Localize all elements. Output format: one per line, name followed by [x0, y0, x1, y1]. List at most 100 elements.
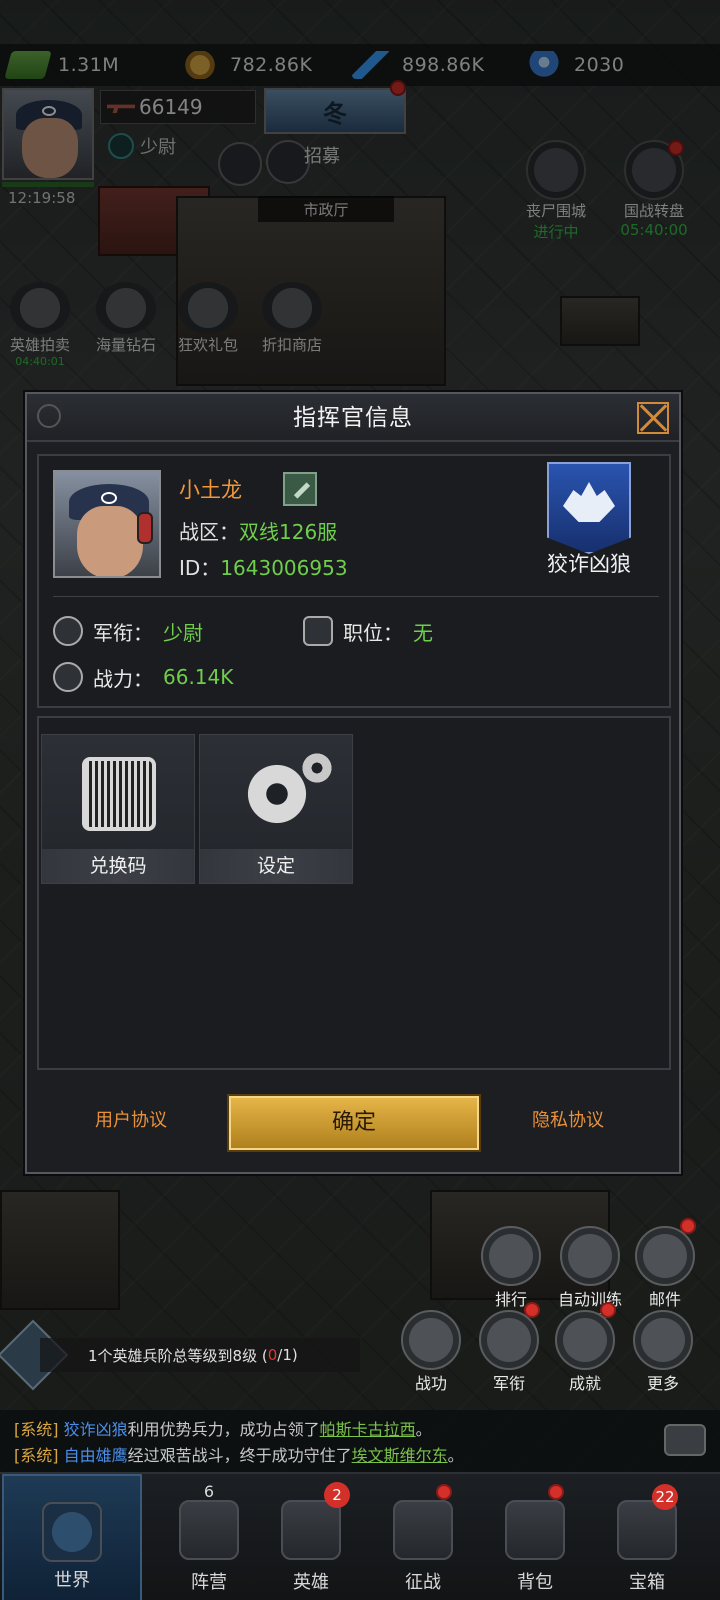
- power-row: 战力： 66.14K: [53, 662, 233, 692]
- crossed-swords-shield-icon: [393, 1500, 453, 1560]
- chat-place-link[interactable]: 埃文斯维尔东: [352, 1446, 448, 1465]
- quest-tracker[interactable]: 1个英雄兵阶总等级到8级 (0/1): [40, 1338, 360, 1372]
- chat-end: 。: [415, 1420, 432, 1439]
- nav-faction[interactable]: 6 阵营: [150, 1474, 268, 1600]
- id-value: 1643006953: [220, 556, 348, 580]
- position-row: 职位： 无: [303, 616, 433, 646]
- envelope-icon: [635, 1226, 695, 1286]
- auto-train-label: 自动训练: [557, 1290, 622, 1309]
- nav-heroes-badge: 2: [324, 1482, 350, 1508]
- rank-label: 军衔：: [93, 620, 153, 645]
- star-trophy-icon: [555, 1310, 615, 1370]
- more-button[interactable]: 更多: [628, 1310, 698, 1394]
- face: [77, 506, 143, 576]
- close-icon[interactable]: [637, 402, 669, 434]
- lock-icon: [179, 1500, 239, 1560]
- chat-end: 。: [447, 1446, 464, 1465]
- edit-name-button[interactable]: [283, 472, 317, 506]
- notification-dot: [600, 1302, 616, 1318]
- nav-chests-badge: 22: [652, 1484, 678, 1510]
- chat-expand-icon[interactable]: [664, 1424, 706, 1456]
- settings-button[interactable]: 设定: [199, 734, 353, 884]
- medal-icon: [401, 1310, 461, 1370]
- notification-dot: [524, 1302, 540, 1318]
- notification-dot: [436, 1484, 452, 1500]
- rank-row: 军衔： 少尉: [53, 616, 203, 646]
- commander-info-card: 小土龙 战区：双线126服 ID：1643006953 狡诈凶狼 军衔： 少尉 职…: [37, 454, 671, 708]
- nav-backpack-label: 背包: [517, 1572, 553, 1593]
- clipboard-icon: [303, 616, 333, 646]
- nav-campaign[interactable]: 征战: [364, 1474, 482, 1600]
- crossed-swords-icon: [53, 662, 83, 692]
- nav-world[interactable]: 世界: [2, 1474, 142, 1600]
- headphone-icon: [137, 512, 153, 544]
- small-gear-icon: [300, 751, 334, 785]
- backpack-icon: [505, 1500, 565, 1560]
- chat-player-name[interactable]: 狡诈凶狼: [64, 1420, 128, 1439]
- nav-faction-label: 阵营: [191, 1572, 227, 1593]
- merit-label: 战功: [414, 1374, 447, 1393]
- mail-label: 邮件: [648, 1290, 681, 1309]
- more-label: 更多: [646, 1374, 679, 1393]
- chat-player-name[interactable]: 自由雄鹰: [64, 1446, 128, 1465]
- chat-text: 利用优势兵力，成功占领了: [127, 1420, 320, 1439]
- world-map-icon: [42, 1502, 102, 1562]
- zone-label: 战区：: [179, 520, 239, 544]
- notification-dot: [548, 1484, 564, 1500]
- user-agreement-link[interactable]: 用户协议: [95, 1106, 167, 1132]
- nav-heroes[interactable]: 2 英雄: [252, 1474, 370, 1600]
- combat-power-value: 66.14K: [163, 665, 234, 689]
- achievements-label: 成就: [568, 1374, 601, 1393]
- chat-message: [系统] 自由雄鹰经过艰苦战斗，终于成功守住了埃文斯维尔东。: [14, 1442, 464, 1466]
- chat-tag: [系统]: [14, 1446, 59, 1465]
- merit-button[interactable]: 战功: [396, 1310, 466, 1394]
- notification-dot: [680, 1218, 696, 1234]
- nav-chests[interactable]: 22 宝箱: [588, 1474, 706, 1600]
- divider: [53, 596, 659, 597]
- position-value: 无: [413, 620, 433, 645]
- cap-logo-icon: [101, 492, 117, 504]
- soldier-icon: [560, 1226, 620, 1286]
- quest-progress-total: /1): [277, 1346, 298, 1364]
- redeem-code-label: 兑换码: [42, 849, 194, 883]
- actions-panel: 兑换码 设定: [37, 716, 671, 1070]
- settings-label: 设定: [200, 849, 352, 883]
- nav-campaign-label: 征战: [405, 1572, 441, 1593]
- chat-message: [系统] 狡诈凶狼利用优势兵力，成功占领了帕斯卡古拉西。: [14, 1416, 432, 1440]
- power-label: 战力：: [93, 666, 153, 691]
- commander-avatar[interactable]: [53, 470, 161, 578]
- military-rank-button[interactable]: 军衔: [474, 1310, 544, 1394]
- rank-value: 少尉: [163, 620, 203, 645]
- chat-tag: [系统]: [14, 1420, 59, 1439]
- dialog-title: 指挥官信息: [293, 405, 413, 431]
- bottom-navigation: 世界 6 阵营 2 英雄 征战 背包 22 宝箱: [0, 1472, 720, 1600]
- zone-row: 战区：双线126服: [179, 516, 337, 545]
- commander-name: 小土龙: [179, 478, 242, 502]
- nav-heroes-label: 英雄: [293, 1572, 329, 1593]
- alliance-name[interactable]: 狡诈凶狼: [529, 548, 649, 578]
- hero-icon: [281, 1500, 341, 1560]
- nav-world-label: 世界: [54, 1570, 90, 1591]
- quest-text: 1个英雄兵阶总等级到8级 (: [88, 1346, 268, 1365]
- id-label: ID：: [179, 556, 221, 580]
- mail-button[interactable]: 邮件: [630, 1226, 700, 1310]
- diamond-grid-icon: [633, 1310, 693, 1370]
- commander-info-dialog: 指挥官信息 小土龙 战区：双线126服 ID：1643006953 狡诈凶狼 军…: [25, 392, 681, 1174]
- redeem-code-button[interactable]: 兑换码: [41, 734, 195, 884]
- zone-value: 双线126服: [239, 520, 338, 544]
- privacy-policy-link[interactable]: 隐私协议: [532, 1106, 604, 1132]
- achievements-button[interactable]: 成就: [550, 1310, 620, 1394]
- rank-chevron-icon: [53, 616, 83, 646]
- quest-progress-current: 0: [267, 1346, 278, 1364]
- chat-place-link[interactable]: 帕斯卡古拉西: [320, 1420, 416, 1439]
- id-row: ID：1643006953: [179, 552, 348, 581]
- nav-faction-count: 6: [203, 1482, 215, 1501]
- military-rank-label: 军衔: [492, 1374, 525, 1393]
- position-label: 职位：: [343, 620, 403, 645]
- ranking-button[interactable]: 排行: [476, 1226, 546, 1310]
- laurel-icon: [481, 1226, 541, 1286]
- qr-code-icon: [82, 757, 156, 831]
- confirm-button[interactable]: 确定: [229, 1096, 479, 1150]
- nav-backpack[interactable]: 背包: [476, 1474, 594, 1600]
- nav-chests-label: 宝箱: [629, 1572, 665, 1593]
